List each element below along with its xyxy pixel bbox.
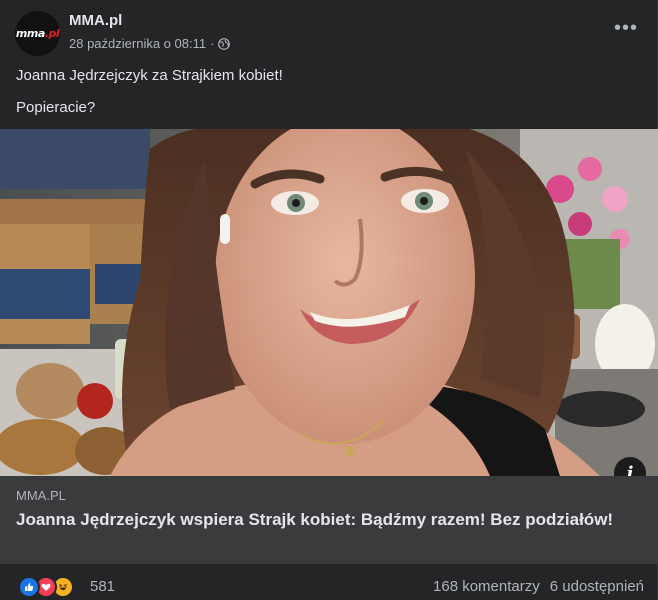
globe-icon [218,37,231,50]
reaction-count[interactable]: 581 [90,578,115,595]
post-timestamp[interactable]: 28 października o 08:11 [69,36,206,51]
facebook-post: mma.pl MMA.pl 28 października o 08:11 · … [0,0,658,600]
more-options-button[interactable]: ••• [614,18,638,38]
link-domain: MMA.PL [16,488,66,503]
post-footer: 581 168 komentarzy 6 udostępnień [0,564,658,600]
selfie-photo [0,129,658,476]
like-icon [18,576,40,598]
post-meta: 28 października o 08:11 · [69,36,231,51]
post-photo[interactable]: i [0,129,658,476]
avatar-logo: mma.pl [15,27,60,40]
page-name-link[interactable]: MMA.pl [69,12,122,29]
post-text: Joanna Jędrzejczyk za Strajkiem kobiet! … [16,66,283,130]
post-header: mma.pl MMA.pl 28 października o 08:11 · … [0,0,658,58]
link-preview-card[interactable]: MMA.PL Joanna Jędrzejczyk wspiera Strajk… [0,476,658,564]
reaction-icons[interactable] [18,576,74,598]
post-text-line-2: Popieracie? [16,99,96,116]
link-title[interactable]: Joanna Jędrzejczyk wspiera Strajk kobiet… [16,509,616,531]
shares-count[interactable]: 6 udostępnień [550,578,644,595]
post-text-line-1: Joanna Jędrzejczyk za Strajkiem kobiet! [16,67,283,84]
post-stats: 168 komentarzy 6 udostępnień [433,578,644,595]
meta-separator: · [210,36,215,51]
page-avatar[interactable]: mma.pl [15,11,60,56]
comments-count[interactable]: 168 komentarzy [433,578,540,595]
